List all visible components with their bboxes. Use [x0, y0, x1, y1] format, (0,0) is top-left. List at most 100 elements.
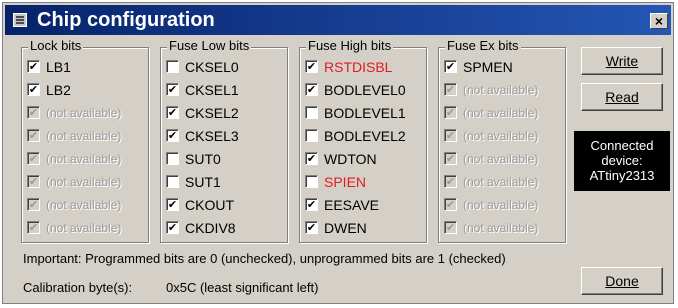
close-icon[interactable]: × — [650, 13, 668, 29]
checkbox-label: (not available) — [46, 175, 122, 189]
checkbox-label: (not available) — [463, 175, 539, 189]
checkbox-label: (not available) — [463, 106, 539, 120]
checkbox-row: (not available) — [27, 173, 167, 191]
checkbox[interactable] — [166, 221, 179, 234]
checkbox[interactable] — [27, 83, 40, 96]
checkbox-row[interactable]: CKSEL1 — [166, 81, 306, 99]
checkbox-row: (not available) — [444, 104, 584, 122]
read-button[interactable]: Read — [581, 83, 663, 111]
checkbox-label: BODLEVEL1 — [324, 105, 406, 121]
checkbox-row[interactable]: CKSEL2 — [166, 104, 306, 122]
checkbox-row[interactable]: BODLEVEL0 — [305, 81, 445, 99]
important-note: Important: Programmed bits are 0 (unchec… — [23, 251, 506, 266]
chip-icon — [13, 13, 27, 27]
checkbox — [444, 175, 457, 188]
checkbox-row: (not available) — [444, 173, 584, 191]
checkbox[interactable] — [305, 175, 318, 188]
checkbox-row[interactable]: RSTDISBL — [305, 58, 445, 76]
checkbox-row: (not available) — [27, 104, 167, 122]
checkbox — [444, 152, 457, 165]
checkbox[interactable] — [166, 152, 179, 165]
checkbox[interactable] — [305, 83, 318, 96]
checkbox — [27, 175, 40, 188]
checkbox-label: CKDIV8 — [185, 220, 236, 236]
checkbox[interactable] — [305, 106, 318, 119]
checkbox — [444, 83, 457, 96]
checkbox-label: RSTDISBL — [324, 59, 393, 75]
done-button-label: Done — [605, 273, 639, 289]
checkbox — [27, 129, 40, 142]
group-fuse-high-bits: Fuse High bits RSTDISBL BODLEVEL0 BODLEVEL… — [299, 38, 427, 243]
checkbox-row: (not available) — [444, 196, 584, 214]
calibration-label: Calibration byte(s): — [23, 280, 133, 295]
checkbox[interactable] — [166, 129, 179, 142]
checkbox-row: (not available) — [27, 196, 167, 214]
checkbox[interactable] — [305, 60, 318, 73]
checkbox-row[interactable]: LB1 — [27, 58, 167, 76]
checkbox-label: (not available) — [463, 152, 539, 166]
chip-configuration-window: Chip configuration × Lock bits LB1 LB2 (no… — [2, 2, 674, 304]
checkbox-row[interactable]: CKSEL0 — [166, 58, 306, 76]
checkbox-label: DWEN — [324, 220, 367, 236]
checkbox-label: SPMEN — [463, 59, 513, 75]
checkbox-label: (not available) — [46, 221, 122, 235]
checkbox-row[interactable]: DWEN — [305, 219, 445, 237]
checkbox[interactable] — [444, 60, 457, 73]
checkbox-label: LB1 — [46, 59, 71, 75]
done-button[interactable]: Done — [581, 267, 663, 295]
group-title: Fuse Ex bits — [445, 38, 521, 54]
checkbox[interactable] — [166, 106, 179, 119]
device-line-3: ATtiny2313 — [589, 168, 655, 183]
checkbox-row: (not available) — [444, 150, 584, 168]
checkbox-label: LB2 — [46, 82, 71, 98]
checkbox[interactable] — [305, 152, 318, 165]
group-title: Fuse Low bits — [167, 38, 252, 54]
write-button-label: Write — [605, 53, 639, 69]
checkbox-label: (not available) — [463, 83, 539, 97]
checkbox — [27, 152, 40, 165]
checkbox[interactable] — [305, 198, 318, 211]
checkbox — [27, 221, 40, 234]
device-line-2: device: — [601, 153, 643, 168]
checkbox-label: EESAVE — [324, 197, 379, 213]
checkbox — [444, 129, 457, 142]
checkbox[interactable] — [305, 129, 318, 142]
checkbox — [444, 221, 457, 234]
checkbox-label: CKSEL3 — [185, 128, 239, 144]
checkbox-label: BODLEVEL0 — [324, 82, 406, 98]
checkbox[interactable] — [166, 198, 179, 211]
checkbox-label: (not available) — [46, 129, 122, 143]
device-line-1: Connected — [590, 138, 654, 153]
checkbox-label: (not available) — [463, 221, 539, 235]
group-title: Fuse High bits — [306, 38, 394, 54]
checkbox[interactable] — [166, 83, 179, 96]
checkbox[interactable] — [166, 175, 179, 188]
checkbox-label: (not available) — [46, 152, 122, 166]
checkbox-label: SUT1 — [185, 174, 221, 190]
checkbox-label: SPIEN — [324, 174, 367, 190]
checkbox-row: (not available) — [444, 81, 584, 99]
checkbox[interactable] — [166, 60, 179, 73]
checkbox-row[interactable]: BODLEVEL2 — [305, 127, 445, 145]
checkbox[interactable] — [27, 60, 40, 73]
checkbox-row[interactable]: LB2 — [27, 81, 167, 99]
checkbox-row[interactable]: CKOUT — [166, 196, 306, 214]
checkbox-row[interactable]: EESAVE — [305, 196, 445, 214]
read-button-label: Read — [605, 89, 639, 105]
checkbox-row[interactable]: SUT1 — [166, 173, 306, 191]
checkbox-row[interactable]: SUT0 — [166, 150, 306, 168]
checkbox-label: (not available) — [463, 198, 539, 212]
checkbox-row[interactable]: SPMEN — [444, 58, 584, 76]
checkbox-label: WDTON — [324, 151, 377, 167]
checkbox-row[interactable]: BODLEVEL1 — [305, 104, 445, 122]
checkbox-row: (not available) — [27, 150, 167, 168]
checkbox-row[interactable]: WDTON — [305, 150, 445, 168]
checkbox-row[interactable]: SPIEN — [305, 173, 445, 191]
group-lock-bits: Lock bits LB1 LB2 (not available) (not avai… — [21, 38, 149, 243]
write-button[interactable]: Write — [581, 47, 663, 75]
checkbox-label: CKSEL0 — [185, 59, 239, 75]
checkbox[interactable] — [305, 221, 318, 234]
title-bar[interactable]: Chip configuration × — [5, 5, 671, 35]
checkbox-row[interactable]: CKDIV8 — [166, 219, 306, 237]
checkbox-row[interactable]: CKSEL3 — [166, 127, 306, 145]
